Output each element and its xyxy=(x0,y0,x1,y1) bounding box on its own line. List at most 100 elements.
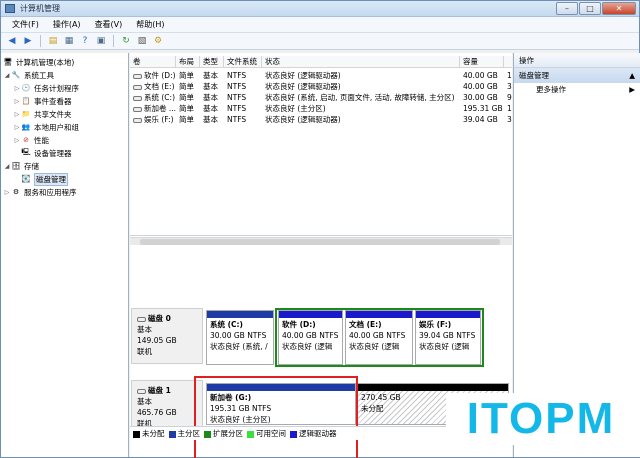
submenu-arrow-icon: ▶ xyxy=(629,85,635,94)
actions-section-disk-management[interactable]: 磁盘管理 ▲ xyxy=(514,68,640,83)
table-row[interactable]: 文档 (E:)简单基本 NTFS 状态良好 (逻辑驱动器) 40.00 GB 39 xyxy=(130,81,512,92)
tools-icon: 🔧 xyxy=(11,71,21,79)
cell-free: 39 xyxy=(507,82,512,91)
column-filesystem[interactable]: 文件系统 xyxy=(224,56,262,68)
properties-icon[interactable]: ▣ xyxy=(95,35,107,47)
tree-item-system-tools[interactable]: ◢ 🔧 系统工具 xyxy=(3,69,54,81)
tree-item-root[interactable]: 🖥 计算机管理(本地) xyxy=(3,56,75,68)
legend-primary: 主分区 xyxy=(168,428,200,439)
volume-list-header: 卷 布局 类型 文件系统 状态 容量 xyxy=(130,56,512,68)
volume-icon xyxy=(133,95,142,101)
tree-item-event-viewer[interactable]: ▷ 📋 事件查看器 xyxy=(13,95,72,107)
forward-arrow-icon[interactable]: ▶ xyxy=(22,35,34,47)
legend-logical: 逻辑驱动器 xyxy=(290,428,337,439)
users-icon: 👥 xyxy=(21,123,31,131)
minimize-button[interactable]: – xyxy=(556,2,578,15)
horizontal-scrollbar[interactable] xyxy=(130,237,512,245)
collapse-arrow-icon[interactable]: ◢ xyxy=(3,163,11,170)
tree-item-disk-management[interactable]: 💽 磁盘管理 xyxy=(13,172,68,186)
tree-item-local-users[interactable]: ▷ 👥 本地用户和组 xyxy=(13,121,79,133)
cell-vol: 娱乐 (F:) xyxy=(130,114,176,125)
expand-arrow-icon[interactable]: ▷ xyxy=(13,98,21,105)
legend-free: 可用空间 xyxy=(247,428,286,439)
expand-arrow-icon[interactable]: ▷ xyxy=(13,137,21,144)
close-button[interactable]: ✕ xyxy=(602,2,636,15)
cell-free: 19 xyxy=(507,104,512,113)
table-row[interactable]: 软件 (D:)简单基本 NTFS 状态良好 (逻辑驱动器) 40.00 GB 12 xyxy=(130,70,512,81)
highlight-box xyxy=(194,376,358,458)
scrollbar-thumb[interactable] xyxy=(140,239,500,245)
column-layout[interactable]: 布局 xyxy=(176,56,200,68)
disk-management-icon: 💽 xyxy=(21,175,31,183)
tree-item-storage[interactable]: ◢ 🗄 存储 xyxy=(3,160,39,172)
cell-free: 9. xyxy=(507,93,512,102)
cell-fs: NTFS xyxy=(227,71,247,80)
expand-arrow-icon[interactable]: ▷ xyxy=(13,111,21,118)
volume-list: 卷 布局 类型 文件系统 状态 容量 软件 (D:) 简单 基本 NTFS 状态良好 (… xyxy=(130,53,512,236)
partition-e[interactable]: 文档 (E:) 40.00 GB NTFS 状态良好 (逻辑 xyxy=(345,310,413,365)
cell-layout: 简单 xyxy=(179,115,194,124)
expand-arrow-icon[interactable]: ▷ xyxy=(3,189,11,196)
cell-fs: NTFS xyxy=(227,115,247,124)
column-capacity[interactable]: 容量 xyxy=(460,56,504,68)
help-icon[interactable]: ? xyxy=(79,35,91,47)
cell-fs: NTFS xyxy=(227,82,247,91)
cell-layout: 简单 xyxy=(179,104,194,113)
menu-file[interactable]: 文件(F) xyxy=(5,19,46,30)
performance-icon: ⊘ xyxy=(23,136,29,144)
column-volume[interactable]: 卷 xyxy=(130,56,176,68)
up-folder-icon[interactable]: ▤ xyxy=(47,35,59,47)
column-type[interactable]: 类型 xyxy=(200,56,224,68)
itopm-watermark-logo: ITOPM xyxy=(446,393,636,445)
cell-vol: 软件 (D:) xyxy=(130,70,176,81)
device-manager-icon: 🖳 xyxy=(21,147,31,156)
cell-vol: 新加卷 ... xyxy=(130,103,176,114)
table-row[interactable]: 娱乐 (F:)简单基本 NTFS 状态良好 (逻辑驱动器) 39.04 GB 38 xyxy=(130,114,512,125)
volume-icon xyxy=(133,117,142,123)
cell-vol: 系统 (C:) xyxy=(130,92,176,103)
partition-f[interactable]: 娱乐 (F:) 39.04 GB NTFS 状态良好 (逻辑 xyxy=(415,310,481,365)
cell-status: 状态良好 (逻辑驱动器) xyxy=(265,115,341,124)
computer-management-window: 计算机管理 – □ ✕ 文件(F) 操作(A) 查看(V) 帮助(H) ◀ ▶ … xyxy=(0,0,640,458)
menu-view[interactable]: 查看(V) xyxy=(88,19,130,30)
export-icon[interactable]: ▧ xyxy=(136,35,148,47)
cell-type: 基本 xyxy=(203,115,218,124)
cell-layout: 简单 xyxy=(179,82,194,91)
cell-status: 状态良好 (系统, 启动, 页面文件, 活动, 故障转储, 主分区) xyxy=(265,93,455,102)
cell-status: 状态良好 (逻辑驱动器) xyxy=(265,82,341,91)
storage-icon: 🗄 xyxy=(11,162,21,170)
expand-arrow-icon[interactable]: ▷ xyxy=(13,85,21,92)
partition-c[interactable]: 系统 (C:) 30.00 GB NTFS 状态良好 (系统, / xyxy=(206,310,274,365)
tree-item-task-scheduler[interactable]: ▷ 🕒 任务计划程序 xyxy=(13,82,79,94)
back-arrow-icon[interactable]: ◀ xyxy=(6,35,18,47)
legend-extended: 扩展分区 xyxy=(204,428,243,439)
collapse-up-icon[interactable]: ▲ xyxy=(629,68,635,83)
menu-action[interactable]: 操作(A) xyxy=(46,19,88,30)
column-free[interactable] xyxy=(504,56,512,68)
collapse-arrow-icon[interactable]: ◢ xyxy=(3,72,11,79)
disk-0-label[interactable]: 磁盘 0 基本 149.05 GB 联机 xyxy=(131,308,203,364)
maximize-button[interactable]: □ xyxy=(579,2,601,15)
table-row[interactable]: 系统 (C:) 简单 基本 NTFS 状态良好 (系统, 启动, 页面文件, 活动, 故… xyxy=(130,92,512,103)
refresh-icon[interactable]: ↻ xyxy=(120,35,132,47)
cell-layout: 简单 xyxy=(179,71,194,80)
cell-cap: 40.00 GB xyxy=(463,71,498,80)
tree-item-performance[interactable]: ▷ ⊘ 性能 xyxy=(13,134,49,146)
title-bar: 计算机管理 – □ ✕ xyxy=(1,1,639,17)
tree-item-device-manager[interactable]: 🖳 设备管理器 xyxy=(13,147,71,159)
table-row[interactable]: 新加卷 ...简单基本 NTFS 状态良好 (主分区) 195.31 GB 19 xyxy=(130,103,512,114)
tree-item-services-apps[interactable]: ▷ ⚙ 服务和应用程序 xyxy=(3,186,77,198)
settings-icon[interactable]: ⚙ xyxy=(152,35,164,47)
more-actions[interactable]: 更多操作 ▶ xyxy=(514,83,640,97)
tree-item-shared-folders[interactable]: ▷ 📁 共享文件夹 xyxy=(13,108,72,120)
cell-free: 12 xyxy=(507,71,512,80)
cell-status: 状态良好 (逻辑驱动器) xyxy=(265,71,341,80)
volume-icon xyxy=(133,106,142,112)
menu-help[interactable]: 帮助(H) xyxy=(129,19,171,30)
show-tree-icon[interactable]: ▦ xyxy=(63,35,75,47)
disk-icon xyxy=(137,316,146,322)
cell-free: 38 xyxy=(507,115,512,124)
partition-d[interactable]: 软件 (D:) 40.00 GB NTFS 状态良好 (逻辑 xyxy=(278,310,343,365)
column-status[interactable]: 状态 xyxy=(262,56,460,68)
expand-arrow-icon[interactable]: ▷ xyxy=(13,124,21,131)
